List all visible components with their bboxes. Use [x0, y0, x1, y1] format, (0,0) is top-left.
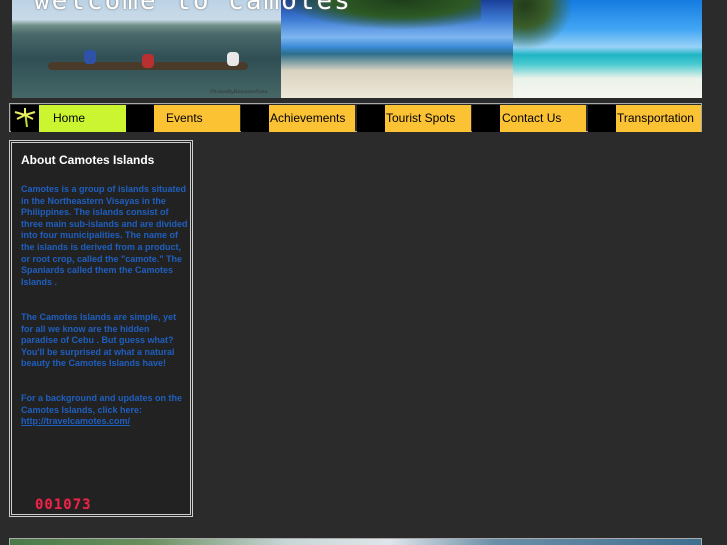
banner-photo-shore: [513, 0, 702, 98]
nav-tourist-spots-button[interactable]: Tourist Spots: [385, 105, 471, 132]
nav-label: Events: [166, 111, 203, 125]
travelcamotes-link[interactable]: http://travelcamotes.com/: [21, 416, 130, 426]
nav-icon-placeholder: [472, 105, 500, 132]
banner-title: welcome to camotes: [34, 0, 352, 16]
nav-contact-us-button[interactable]: Contact Us: [500, 105, 586, 132]
palm-foliage: [513, 0, 573, 50]
nav-label: Contact Us: [502, 111, 562, 125]
nav-icon-placeholder: [241, 105, 269, 132]
nav-transportation-button[interactable]: Transportation: [616, 105, 701, 132]
nav-label: Transportation: [617, 111, 694, 125]
nav-achievements-button[interactable]: Achievements: [269, 105, 355, 132]
about-paragraph: Camotes is a group of islands situated i…: [21, 184, 188, 287]
visitor-counter: 001073: [35, 497, 92, 513]
nav-icon-placeholder: [357, 105, 385, 132]
footer-photo-strip: [9, 538, 702, 545]
nav-icon-placeholder: [588, 105, 616, 132]
about-paragraph: For a background and updates on the Camo…: [21, 393, 189, 428]
palm-tree-icon: [11, 105, 39, 132]
main-nav: Home Events Achievements Tourist Spots C…: [9, 103, 702, 132]
link-intro-text: For a background and updates on the Camo…: [21, 393, 183, 415]
about-sidebar: About Camotes Islands Camotes is a group…: [9, 140, 193, 517]
nav-label: Tourist Spots: [386, 111, 456, 125]
person-figure: [227, 52, 239, 66]
about-paragraph: The Camotes Islands are simple, yet for …: [21, 312, 177, 369]
person-figure: [142, 54, 154, 68]
nav-label: Home: [53, 111, 86, 125]
sidebar-title: About Camotes Islands: [21, 153, 155, 167]
nav-icon-placeholder: [126, 105, 154, 132]
nav-label: Achievements: [270, 111, 346, 125]
person-figure: [84, 50, 96, 64]
nav-events-button[interactable]: Events: [154, 105, 240, 132]
photo-credit: PhotosByBlaisebellone: [210, 89, 268, 95]
nav-home-button[interactable]: Home: [39, 105, 126, 132]
header-banner: welcome to camotes PhotosByBlaisebellone: [12, 0, 702, 98]
